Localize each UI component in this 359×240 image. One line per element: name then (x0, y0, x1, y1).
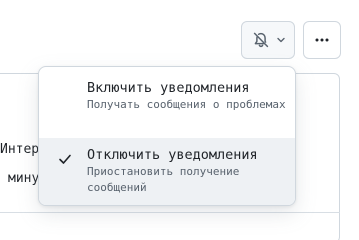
kebab-horizontal-icon (314, 32, 330, 48)
content-divider (0, 212, 340, 213)
menu-item-description: Приостановить получение сообщений (87, 165, 240, 194)
notification-dropdown-menu: Включить уведомления Получать сообщения … (38, 66, 296, 206)
notification-settings-button[interactable] (241, 21, 295, 59)
bell-slash-icon (252, 31, 270, 49)
more-options-button[interactable] (303, 21, 341, 59)
menu-item-enable-notifications[interactable]: Включить уведомления Получать сообщения … (39, 67, 295, 138)
check-icon (58, 151, 72, 170)
menu-item-description: Получать сообщения о проблемах (87, 98, 286, 111)
menu-item-disable-notifications[interactable]: Отключить уведомления Приостановить полу… (39, 138, 295, 205)
chevron-down-icon (276, 35, 286, 45)
menu-item-title: Отключить уведомления (87, 147, 258, 163)
menu-item-title: Включить уведомления (87, 80, 250, 96)
